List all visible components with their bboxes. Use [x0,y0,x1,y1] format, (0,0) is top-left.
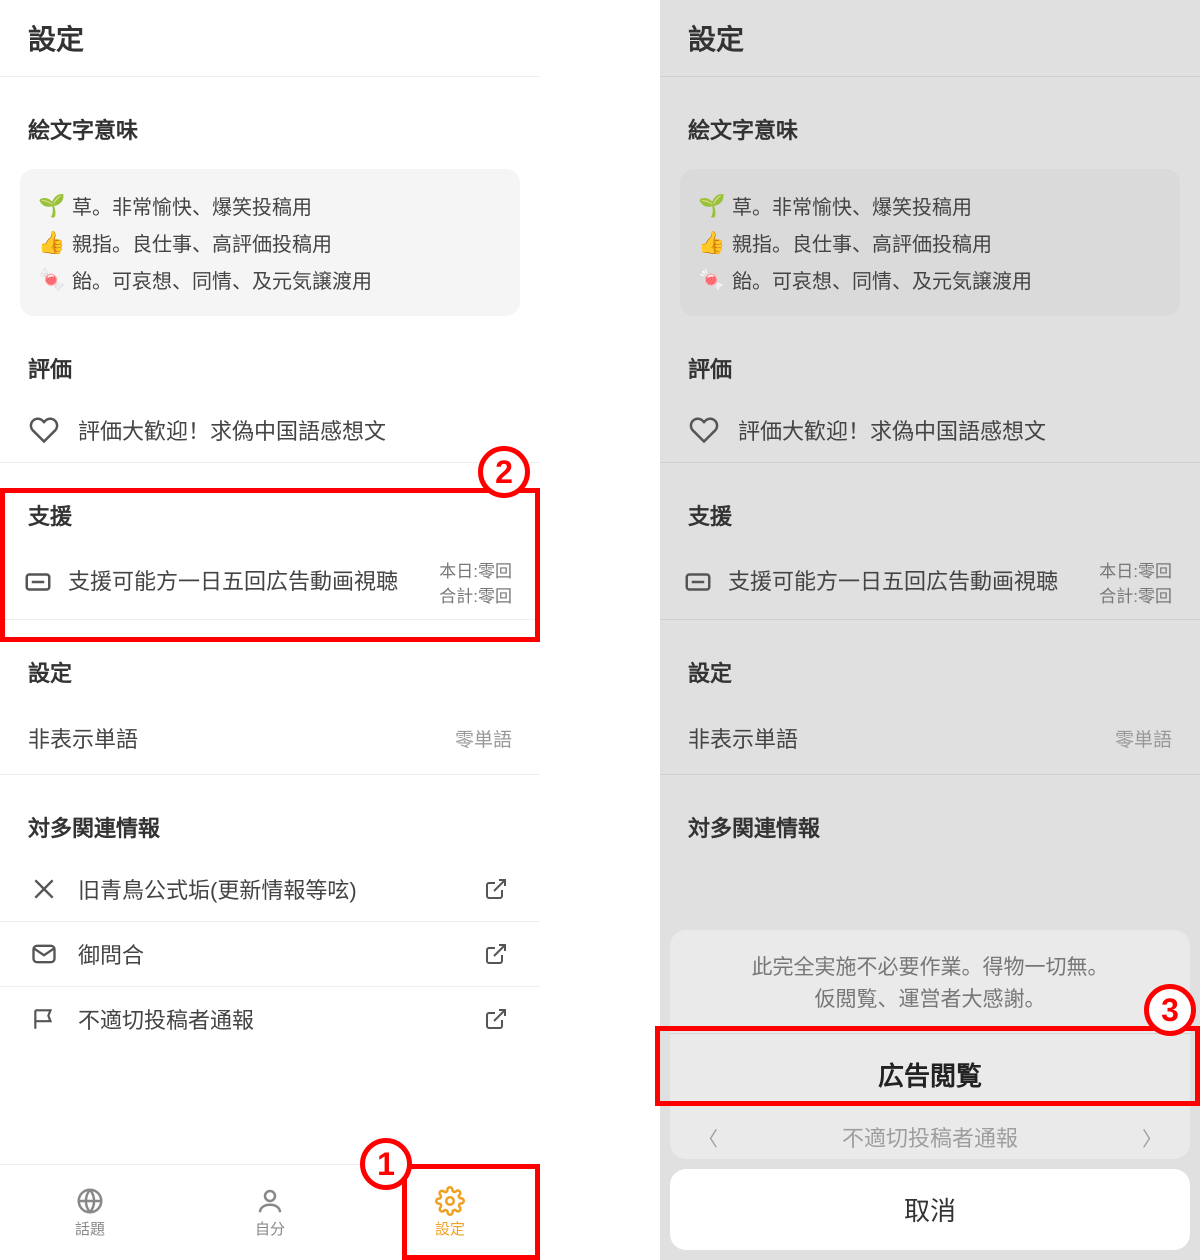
report-text: 不適切投稿者通報 [78,1003,462,1035]
support-total: 合計:零回 [439,582,512,607]
support-row[interactable]: 支援可能方一日五回広告動画視聴 本日:零回 合計:零回 [660,545,1200,620]
hidden-words-row[interactable]: 非表示単語 零単語 [0,702,540,775]
support-text: 支援可能方一日五回広告動画視聴 [728,567,1085,598]
emoji-desc: 飴。可哀想、同情、及元気譲渡用 [732,265,1032,294]
emoji-desc: 草。非常愉快、爆笑投稿用 [732,191,972,220]
bottom-nav: 話題 自分 設定 [0,1164,540,1260]
candy-emoji: 🍬 [698,267,732,293]
twitter-link-text: 旧青鳥公式垢(更新情報等呟) [78,873,462,905]
twitter-link-row[interactable]: 旧青鳥公式垢(更新情報等呟) [0,857,540,922]
rating-row[interactable]: 評価大歓迎！求偽中国語感想文 [0,398,540,463]
emoji-meanings-card: 🌱 草。非常愉快、爆笑投稿用 👍 親指。良仕事、高評価投稿用 🍬 飴。可哀想、同… [20,169,520,316]
emoji-row: 🍬 飴。可哀想、同情、及元気譲渡用 [38,261,502,298]
related-section-title: 対多関連情報 [660,775,1200,857]
thumbsup-emoji: 👍 [38,230,72,256]
report-row[interactable]: 不適切投稿者通報 [0,987,540,1051]
external-link-icon [480,1003,512,1035]
hidden-words-count: 零単語 [455,725,512,752]
page-title: 設定 [660,0,1200,77]
emoji-row: 👍 親指。良仕事、高評価投稿用 [38,224,502,261]
emoji-row: 🍬 飴。可哀想、同情、及元気譲渡用 [698,261,1162,298]
support-row[interactable]: 支援可能方一日五回広告動画視聴 本日:零回 合計:零回 [0,545,540,620]
pane-gap [540,0,660,1260]
rating-section-title: 評価 [0,316,540,398]
nav-topics[interactable]: 話題 [0,1165,180,1260]
thumbsup-emoji: 👍 [698,230,732,256]
rating-row[interactable]: 評価大歓迎！求偽中国語感想文 [660,398,1200,463]
rating-text: 評価大歓迎！求偽中国語感想文 [78,414,512,446]
view-ad-button[interactable]: 広告閲覧 [670,1033,1190,1115]
related-section-title: 対多関連情報 [0,775,540,857]
page-title: 設定 [0,0,540,77]
emoji-row: 🌱 草。非常愉快、爆笑投稿用 [698,187,1162,224]
nav-self-label: 自分 [255,1218,285,1239]
truncated-report-text: 不適切投稿者通報 [842,1121,1018,1153]
nav-settings-label: 設定 [435,1218,465,1239]
emoji-row: 🌱 草。非常愉快、爆笑投稿用 [38,187,502,224]
emoji-row: 👍 親指。良仕事、高評価投稿用 [698,224,1162,261]
truncated-report-row: 〈 不適切投稿者通報 〉 [688,1115,1172,1159]
contact-text: 御問合 [78,938,462,970]
settings-screen-right-with-sheet: 設定 絵文字意味 🌱 草。非常愉快、爆笑投稿用 👍 親指。良仕事、高評価投稿用 … [660,0,1200,1260]
emoji-desc: 親指。良仕事、高評価投稿用 [72,228,332,257]
support-today: 本日:零回 [1099,557,1172,582]
seedling-emoji: 🌱 [698,193,732,219]
x-icon [28,873,60,905]
hidden-words-count: 零単語 [1115,725,1172,752]
support-section-title: 支援 [660,463,1200,545]
seedling-emoji: 🌱 [38,193,72,219]
settings-section-title: 設定 [0,620,540,702]
video-ad-icon [682,566,714,598]
emoji-section-title: 絵文字意味 [660,77,1200,159]
rating-section-title: 評価 [660,316,1200,398]
cancel-button[interactable]: 取消 [670,1169,1190,1250]
heart-icon [688,414,720,446]
heart-icon [28,414,60,446]
settings-section-title: 設定 [660,620,1200,702]
action-sheet-card: 此完全実施不必要作業。得物一切無。 仮閲覧、運営者大感謝。 広告閲覧 〈 不適切… [670,930,1190,1159]
contact-row[interactable]: 御問合 [0,922,540,987]
external-link-icon [480,938,512,970]
hidden-words-label: 非表示単語 [28,722,138,754]
video-ad-icon [22,566,54,598]
flag-icon [28,1003,60,1035]
action-sheet-message: 此完全実施不必要作業。得物一切無。 仮閲覧、運営者大感謝。 [670,930,1190,1033]
rating-text: 評価大歓迎！求偽中国語感想文 [738,414,1172,446]
emoji-section-title: 絵文字意味 [0,77,540,159]
settings-screen-left: 設定 絵文字意味 🌱 草。非常愉快、爆笑投稿用 👍 親指。良仕事、高評価投稿用 … [0,0,540,1260]
mail-icon [28,938,60,970]
hidden-words-row[interactable]: 非表示単語 零単語 [660,702,1200,775]
support-meta: 本日:零回 合計:零回 [439,557,512,607]
hidden-words-label: 非表示単語 [688,722,798,754]
nav-topics-label: 話題 [75,1218,105,1239]
nav-settings[interactable]: 設定 [360,1165,540,1260]
candy-emoji: 🍬 [38,267,72,293]
support-text: 支援可能方一日五回広告動画視聴 [68,567,425,598]
sheet-msg-line1: 此完全実施不必要作業。得物一切無。 [700,952,1160,984]
external-link-icon [480,873,512,905]
emoji-desc: 親指。良仕事、高評価投稿用 [732,228,992,257]
support-total: 合計:零回 [1099,582,1172,607]
support-meta: 本日:零回 合計:零回 [1099,557,1172,607]
action-sheet: 此完全実施不必要作業。得物一切無。 仮閲覧、運営者大感謝。 広告閲覧 〈 不適切… [670,930,1190,1250]
emoji-desc: 草。非常愉快、爆笑投稿用 [72,191,312,220]
nav-self[interactable]: 自分 [180,1165,360,1260]
sheet-msg-line2: 仮閲覧、運営者大感謝。 [700,984,1160,1016]
support-today: 本日:零回 [439,557,512,582]
emoji-desc: 飴。可哀想、同情、及元気譲渡用 [72,265,372,294]
emoji-meanings-card: 🌱 草。非常愉快、爆笑投稿用 👍 親指。良仕事、高評価投稿用 🍬 飴。可哀想、同… [680,169,1180,316]
support-section-title: 支援 [0,463,540,545]
